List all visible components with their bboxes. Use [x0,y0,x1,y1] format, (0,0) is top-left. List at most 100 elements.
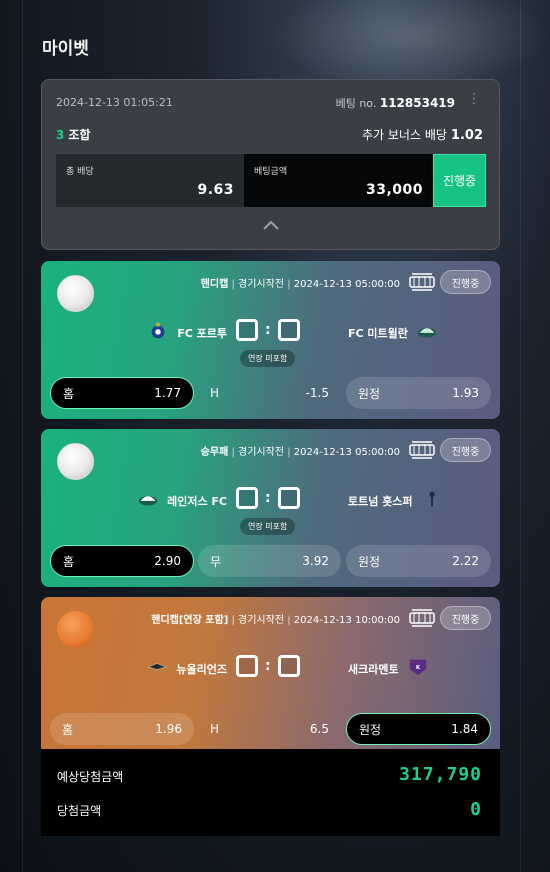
svg-text:K: K [415,665,420,671]
away-team-logo-icon [416,321,438,344]
odds-option-value: -1.5 [305,386,329,400]
match-status-badge[interactable]: 진행중 [440,606,491,630]
bet-number: 베팅 no. 112853419 [336,95,455,111]
away-team-name: 토트넘 홋스퍼 [348,494,413,508]
winnings-summary: 예상당첨금액 317,790 당첨금액 0 [41,749,500,836]
away-team: FC 미트윌란 [348,321,438,344]
bonus-odds-value: 1.02 [450,128,483,143]
odds-option[interactable]: H 6.5 [198,713,341,745]
bet-amount-box: 베팅금액 33,000 [244,154,433,207]
odds-option-value: 6.5 [309,722,329,736]
odds-option-value: 2.90 [154,554,181,568]
away-team: 새크라멘토 K [348,657,429,680]
odds-option-label: 무 [210,554,222,569]
match-header: 핸디캡[연장 포함] | 경기시작전 | 2024-12-13 10:00:00 [151,615,400,626]
soccer-ball-icon [57,443,94,480]
bet-number-label: 베팅 no. [335,97,377,110]
page-title: 마이벳 [42,39,89,59]
chevron-up-icon[interactable] [261,219,281,231]
extra-time-badge: 연장 미포함 [240,518,296,535]
bet-type: 핸디캡 [200,279,229,290]
expected-winnings-label: 예상당첨금액 [57,770,124,784]
combo-count-value: 3 [56,128,65,142]
away-team-name: FC 미트윌란 [348,326,408,340]
bet-type: 승무패 [200,447,229,458]
odds-option-value: 3.92 [302,554,329,568]
odds-option-value: 1.93 [452,386,479,400]
odds-option-label: H [210,722,220,736]
match-header: 핸디캡 | 경기시작전 | 2024-12-13 05:00:00 [200,279,400,290]
match-status-badge[interactable]: 진행중 [440,270,491,294]
odds-option-value: 2.22 [452,554,479,568]
odds-option[interactable]: 원정 1.93 [346,377,491,409]
match-header: 승무패 | 경기시작전 | 2024-12-13 05:00:00 [200,447,400,458]
home-team-logo-icon [146,657,168,680]
expected-winnings-value: 317,790 [399,764,482,785]
home-team-logo-icon [137,489,159,512]
bet-summary-card: 2024-12-13 01:05:21 베팅 no. 112853419 ⋮ 3… [41,79,500,250]
scoreboard: : [236,487,300,509]
bet-amount-value: 33,000 [365,182,423,198]
odds-option[interactable]: 홈 1.96 [50,713,194,745]
match-datetime: 2024-12-13 10:00:00 [293,615,400,626]
odds-option-value: 1.77 [154,386,181,400]
home-team-name: FC 포르투 [177,326,227,340]
odds-option-label: 홈 [63,386,75,401]
away-score [277,655,300,677]
odds-option-label: 홈 [62,722,74,737]
match-datetime: 2024-12-13 05:00:00 [293,447,400,458]
actual-winnings-value: 0 [470,799,482,820]
match-state: 경기시작전 [238,447,285,458]
odds-option-label: 원정 [359,722,382,737]
extra-time-badge: 연장 미포함 [240,350,296,367]
odds-option[interactable]: 원정 1.84 [346,713,491,745]
odds-option[interactable]: 무 3.92 [198,545,341,577]
match-card: 핸디캡 | 경기시작전 | 2024-12-13 05:00:00 진행중 FC… [41,261,500,419]
away-score [277,319,300,341]
odds-option[interactable]: 원정 2.22 [346,545,491,577]
scoreboard: : [236,319,300,341]
odds-option-label: 원정 [358,554,381,569]
home-team-logo-icon [147,321,169,344]
odds-option-value: 1.84 [451,722,478,736]
soccer-ball-icon [57,275,94,312]
match-state: 경기시작전 [238,279,285,290]
bet-datetime: 2024-12-13 01:05:21 [56,96,173,109]
odds-option-value: 1.96 [155,722,182,736]
match-card: 승무패 | 경기시작전 | 2024-12-13 05:00:00 진행중 레인… [41,429,500,587]
combo-count-label: 조합 [68,128,91,142]
away-score [277,487,300,509]
home-score [236,655,258,677]
odds-option-label: H [210,386,220,400]
total-odds-label: 총 배당 [66,167,94,177]
basketball-icon [57,611,94,648]
right-border [520,0,521,872]
home-team: 뉴올리언즈 [146,657,227,680]
home-team-name: 레인저스 FC [167,494,227,508]
away-team-name: 새크라멘토 [348,662,399,676]
actual-winnings-label: 당첨금액 [57,804,102,818]
stadium-icon [409,273,435,291]
scoreboard: : [236,655,300,677]
left-border [22,0,23,872]
bonus-odds-label: 추가 보너스 배당 [362,128,447,142]
bet-status-button[interactable]: 진행중 [433,154,486,207]
away-team-logo-icon: K [407,657,429,680]
match-status-badge[interactable]: 진행중 [440,438,491,462]
odds-option[interactable]: H -1.5 [198,377,341,409]
odds-option[interactable]: 홈 2.90 [50,545,194,577]
home-team: FC 포르투 [147,321,227,344]
combo-count: 3 조합 [56,126,90,143]
header-background-image [270,0,550,90]
bet-number-value: 112853419 [379,96,455,110]
kebab-icon[interactable]: ⋮ [467,92,481,106]
home-score [236,319,258,341]
odds-option[interactable]: 홈 1.77 [50,377,194,409]
bet-type: 핸디캡[연장 포함] [151,615,229,626]
bonus-odds: 추가 보너스 배당 1.02 [362,126,483,143]
match-datetime: 2024-12-13 05:00:00 [293,279,400,290]
away-team: 토트넘 홋스퍼 [348,489,443,512]
home-score [236,487,258,509]
stadium-icon [409,441,435,459]
odds-option-label: 홈 [63,554,75,569]
